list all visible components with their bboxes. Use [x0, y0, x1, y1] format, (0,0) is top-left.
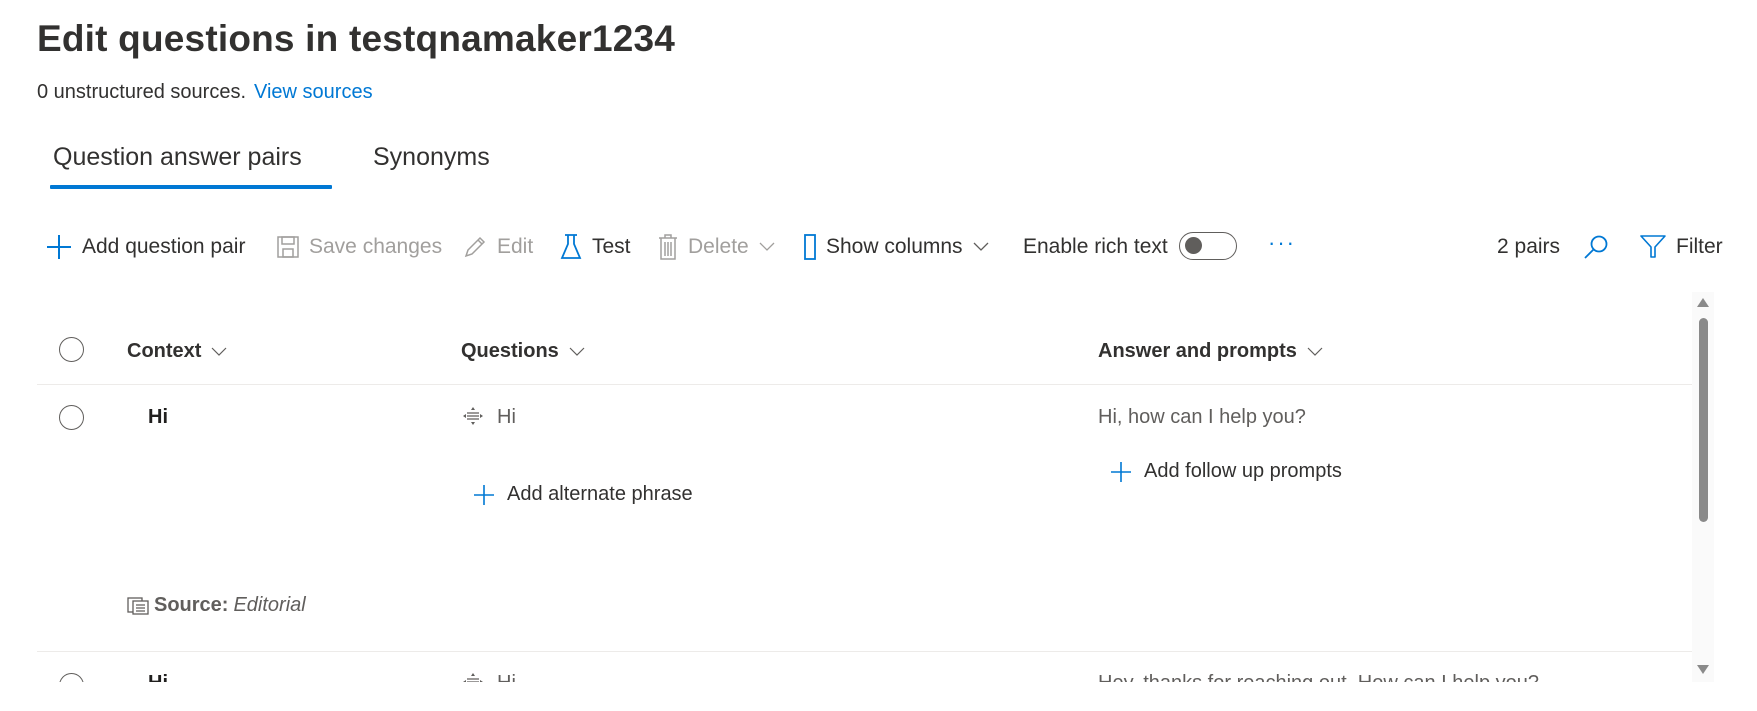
- qna-table: Context Questions Answer and prompts Hi …: [37, 292, 1714, 682]
- toggle-knob: [1185, 237, 1202, 254]
- test-button[interactable]: Test: [560, 232, 631, 262]
- active-tab-indicator: [50, 185, 332, 189]
- add-alternate-label: Add alternate phrase: [507, 483, 693, 505]
- edit-label: Edit: [497, 235, 534, 258]
- sources-summary: 0 unstructured sources. View sources: [37, 81, 373, 104]
- scroll-down-arrow-icon[interactable]: [1697, 665, 1709, 674]
- column-header-questions[interactable]: Questions: [461, 340, 585, 363]
- source-label: Source:: [154, 594, 229, 616]
- show-columns-label: Show columns: [826, 235, 963, 258]
- source-info: Source: Editorial: [127, 594, 306, 617]
- search-button[interactable]: [1583, 232, 1619, 262]
- tab-synonyms[interactable]: Synonyms: [373, 143, 490, 172]
- filter-label: Filter: [1676, 235, 1723, 258]
- save-icon: [277, 236, 299, 258]
- flask-icon: [560, 234, 582, 259]
- scrollbar-thumb[interactable]: [1699, 318, 1708, 522]
- add-question-pair-button[interactable]: Add question pair: [46, 232, 245, 262]
- add-follow-up-prompts-button[interactable]: Add follow up prompts: [1110, 460, 1342, 483]
- edit-button[interactable]: Edit: [463, 232, 533, 262]
- context-cell[interactable]: Hi: [148, 672, 168, 682]
- question-cell[interactable]: Hi: [497, 406, 516, 429]
- plus-icon: [1111, 461, 1131, 482]
- plus-icon: [474, 484, 494, 505]
- question-drag-icon: [463, 407, 483, 425]
- chevron-down-icon: [569, 347, 585, 356]
- column-header-answer[interactable]: Answer and prompts: [1098, 340, 1323, 363]
- answer-cell[interactable]: Hey, thanks for reaching out. How can I …: [1098, 672, 1539, 682]
- save-changes-button[interactable]: Save changes: [277, 232, 442, 262]
- column-header-questions-label: Questions: [461, 340, 559, 362]
- tab-question-answer-pairs[interactable]: Question answer pairs: [53, 143, 302, 172]
- scroll-up-arrow-icon[interactable]: [1697, 298, 1709, 307]
- delete-label: Delete: [688, 235, 749, 258]
- row-divider: [37, 651, 1712, 652]
- add-question-pair-label: Add question pair: [82, 235, 246, 258]
- filter-icon: [1640, 235, 1666, 258]
- more-options-button[interactable]: ···: [1268, 230, 1296, 256]
- trash-icon: [659, 234, 677, 260]
- column-header-context[interactable]: Context: [127, 340, 227, 363]
- show-columns-button[interactable]: Show columns: [804, 232, 999, 262]
- source-value: Editorial: [233, 594, 306, 616]
- filter-button[interactable]: Filter: [1640, 232, 1723, 262]
- header-divider: [37, 384, 1712, 385]
- column-header-answer-label: Answer and prompts: [1098, 340, 1297, 362]
- document-icon: [127, 596, 149, 615]
- answer-cell[interactable]: Hi, how can I help you?: [1098, 406, 1306, 429]
- delete-button[interactable]: Delete: [658, 232, 785, 262]
- question-cell[interactable]: Hi: [497, 672, 516, 682]
- question-drag-icon: [463, 673, 483, 682]
- rich-text-toggle[interactable]: [1179, 232, 1237, 260]
- add-follow-up-label: Add follow up prompts: [1144, 460, 1342, 482]
- row-select-checkbox[interactable]: [59, 673, 84, 682]
- pair-count: 2 pairs: [1497, 235, 1561, 258]
- plus-icon: [47, 235, 71, 259]
- column-icon: [804, 234, 816, 260]
- chevron-down-icon: [973, 242, 989, 251]
- chevron-down-icon: [212, 347, 227, 356]
- context-cell[interactable]: Hi: [148, 406, 168, 429]
- search-icon: [1584, 235, 1608, 259]
- column-header-context-label: Context: [127, 340, 202, 362]
- chevron-down-icon: [1307, 347, 1323, 356]
- test-label: Test: [592, 235, 631, 258]
- sources-count-text: 0 unstructured sources.: [37, 81, 246, 103]
- view-sources-link[interactable]: View sources: [254, 81, 373, 103]
- row-select-checkbox[interactable]: [59, 405, 84, 430]
- page-title: Edit questions in testqnamaker1234: [37, 18, 676, 59]
- save-changes-label: Save changes: [309, 235, 443, 258]
- select-all-checkbox[interactable]: [59, 337, 84, 362]
- enable-rich-text-label: Enable rich text: [1023, 235, 1168, 258]
- pencil-icon: [464, 236, 486, 258]
- chevron-down-icon: [759, 242, 775, 251]
- add-alternate-phrase-button[interactable]: Add alternate phrase: [473, 483, 693, 506]
